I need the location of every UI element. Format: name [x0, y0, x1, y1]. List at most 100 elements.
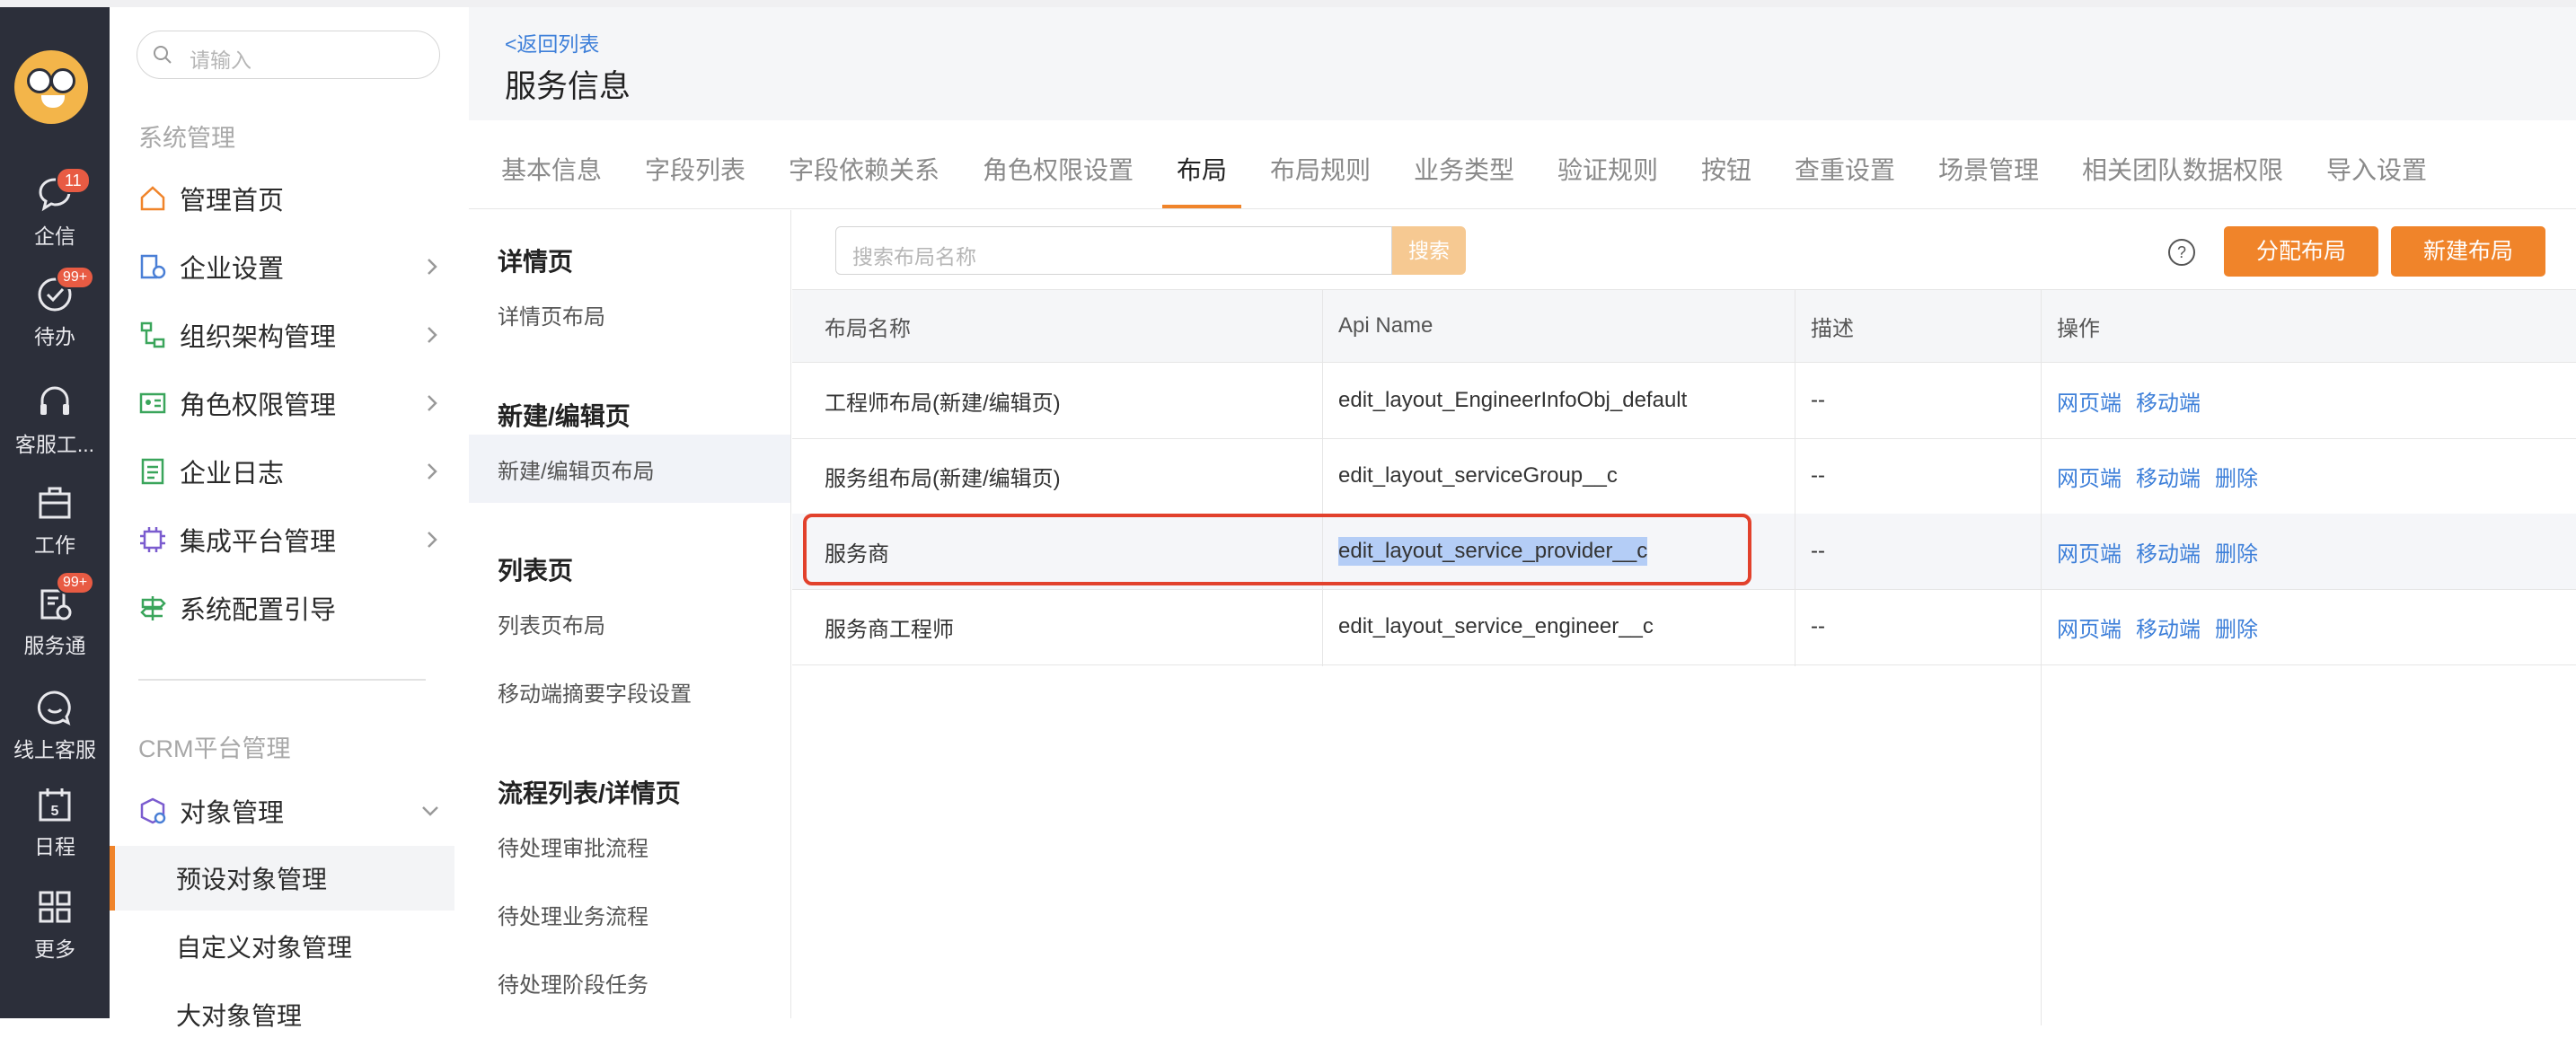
sidebar-item-home[interactable]: 管理首页 [138, 176, 444, 221]
page-header: <返回列表 服务信息 [469, 7, 2576, 120]
sidebar-item-label: 管理首页 [180, 187, 285, 216]
sidebar-item-enterprise-settings[interactable]: 企业设置 [138, 244, 444, 289]
smile-chat-icon [37, 691, 71, 726]
tab-scenarios[interactable]: 场景管理 [1938, 151, 2039, 187]
highlight-annotation-box [803, 514, 1751, 585]
avatar[interactable] [14, 50, 88, 124]
rail-item-online-cs[interactable]: 线上客服 [0, 688, 110, 763]
mobile-link[interactable]: 移动端 [2136, 536, 2201, 567]
group-title-detail: 详情页 [498, 248, 574, 276]
web-link[interactable]: 网页端 [2057, 611, 2122, 643]
rail-label: 工作 [34, 533, 75, 557]
tab-duplicate-check[interactable]: 查重设置 [1795, 151, 1895, 187]
tab-field-dependencies[interactable]: 字段依赖关系 [789, 151, 940, 187]
id-card-icon [139, 392, 166, 414]
column-divider [2041, 289, 2042, 1025]
api-name-cell: edit_layout_EngineerInfoObj_default [1338, 388, 1688, 412]
calendar-day: 5 [51, 804, 59, 819]
layout-item-stage-tasks[interactable]: 待处理阶段任务 [469, 948, 790, 1016]
new-layout-button[interactable]: 新建布局 [2391, 226, 2545, 277]
rail-item-customer-service[interactable]: 客服工... [0, 383, 110, 458]
actions-cell: 网页端 移动端 删除 [2057, 589, 2272, 664]
rail-item-schedule[interactable]: 5 日程 [0, 785, 110, 860]
sidebar-item-label: 组织架构管理 [180, 323, 337, 352]
todo-badge: 99+ [56, 266, 95, 289]
group-title-new-edit: 新建/编辑页 [498, 402, 631, 430]
rail-item-service[interactable]: 服务通 99+ [0, 571, 110, 659]
column-header-name: 布局名称 [825, 316, 911, 341]
mobile-link[interactable]: 移动端 [2136, 461, 2201, 492]
rail-item-work[interactable]: 工作 [0, 483, 110, 559]
group-title-list: 列表页 [498, 557, 574, 585]
rail-label: 更多 [34, 937, 75, 961]
active-tab-indicator [1162, 205, 1241, 208]
api-name-cell: edit_layout_service_engineer__c [1338, 614, 1654, 638]
rail-item-more[interactable]: 更多 [0, 887, 110, 963]
layout-item-mobile-summary[interactable]: 移动端摘要字段设置 [469, 657, 790, 726]
table-row: 服务组布局(新建/编辑页) edit_layout_serviceGroup__… [792, 438, 2576, 515]
help-icon[interactable]: ? [2168, 239, 2195, 266]
web-link[interactable]: 网页端 [2057, 536, 2122, 567]
main-content: <返回列表 服务信息 基本信息 字段列表 字段依赖关系 角色权限设置 布局 布局… [469, 7, 2576, 1025]
layout-item-business-flow[interactable]: 待处理业务流程 [469, 880, 790, 948]
web-link[interactable]: 网页端 [2057, 461, 2122, 492]
rail-item-qixin[interactable]: 企信 11 [0, 167, 110, 250]
mobile-link[interactable]: 移动端 [2136, 385, 2201, 417]
sidebar-item-label: 对象管理 [180, 799, 285, 828]
search-button[interactable]: 搜索 [1392, 226, 1466, 275]
tab-role-permissions[interactable]: 角色权限设置 [983, 151, 1134, 187]
rail-label: 客服工... [14, 433, 95, 456]
description-cell: -- [1811, 463, 1825, 488]
layout-item-approval-flow[interactable]: 待处理审批流程 [469, 812, 790, 880]
tab-field-list[interactable]: 字段列表 [645, 151, 745, 187]
sidebar-item-label: 角色权限管理 [180, 392, 337, 420]
tab-layout-rules[interactable]: 布局规则 [1270, 151, 1371, 187]
sidebar-item-logs[interactable]: 企业日志 [138, 449, 444, 494]
tab-layout[interactable]: 布局 [1177, 151, 1227, 187]
briefcase-icon [39, 487, 71, 519]
log-document-icon [141, 458, 164, 485]
assign-layout-button[interactable]: 分配布局 [2224, 226, 2378, 277]
headset-icon [40, 386, 69, 415]
sidebar-item-roles[interactable]: 角色权限管理 [138, 381, 444, 426]
rail-label: 日程 [34, 835, 75, 858]
calendar-icon: 5 [39, 788, 71, 822]
mobile-link[interactable]: 移动端 [2136, 611, 2201, 643]
layout-name-cell: 服务商工程师 [825, 617, 954, 642]
signpost-icon [140, 596, 166, 620]
tab-record-types[interactable]: 业务类型 [1414, 151, 1514, 187]
delete-link[interactable]: 删除 [2215, 461, 2258, 492]
layout-item-new-edit[interactable]: 新建/编辑页布局 [469, 435, 790, 503]
chevron-right-icon [428, 463, 437, 480]
description-cell: -- [1811, 539, 1825, 563]
delete-link[interactable]: 删除 [2215, 611, 2258, 643]
layout-item-detail[interactable]: 详情页布局 [469, 280, 790, 348]
sidebar-item-object-management[interactable]: 对象管理 [138, 788, 444, 833]
table-row: 服务商工程师 edit_layout_service_engineer__c -… [792, 589, 2576, 665]
org-chart-icon [140, 321, 165, 348]
sidebar-item-integration[interactable]: 集成平台管理 [138, 517, 444, 562]
avatar-mouth [41, 95, 65, 108]
delete-link[interactable]: 删除 [2215, 536, 2258, 567]
layout-search-input[interactable]: 搜索布局名称 [835, 226, 1392, 275]
layout-item-list[interactable]: 列表页布局 [469, 589, 790, 657]
sidebar-sub-preset-objects[interactable]: 预设对象管理 [110, 846, 454, 911]
page-title: 服务信息 [505, 69, 631, 104]
sidebar-item-org[interactable]: 组织架构管理 [138, 312, 444, 357]
tab-validation-rules[interactable]: 验证规则 [1557, 151, 1658, 187]
tab-buttons[interactable]: 按钮 [1701, 151, 1751, 187]
layout-name-cell: 服务组布局(新建/编辑页) [825, 466, 1061, 491]
building-settings-icon [140, 254, 166, 279]
layout-list-area: 搜索布局名称 搜索 ? 分配布局 新建布局 布局名称 Api Name 描述 操… [792, 210, 2576, 1025]
tab-team-permissions[interactable]: 相关团队数据权限 [2082, 151, 2283, 187]
rail-item-todo[interactable]: 待办 99+ [0, 266, 110, 350]
search-icon [154, 46, 172, 64]
sidebar-sub-large-objects[interactable]: 大对象管理 [110, 982, 454, 1047]
tab-import-settings[interactable]: 导入设置 [2326, 151, 2427, 187]
tab-basic-info[interactable]: 基本信息 [501, 151, 602, 187]
sidebar-sub-custom-objects[interactable]: 自定义对象管理 [110, 914, 454, 979]
web-link[interactable]: 网页端 [2057, 385, 2122, 417]
back-to-list-link[interactable]: <返回列表 [505, 27, 599, 57]
sidebar-search-input[interactable]: 请输入 [137, 31, 440, 79]
sidebar-item-config-guide[interactable]: 系统配置引导 [138, 585, 444, 630]
